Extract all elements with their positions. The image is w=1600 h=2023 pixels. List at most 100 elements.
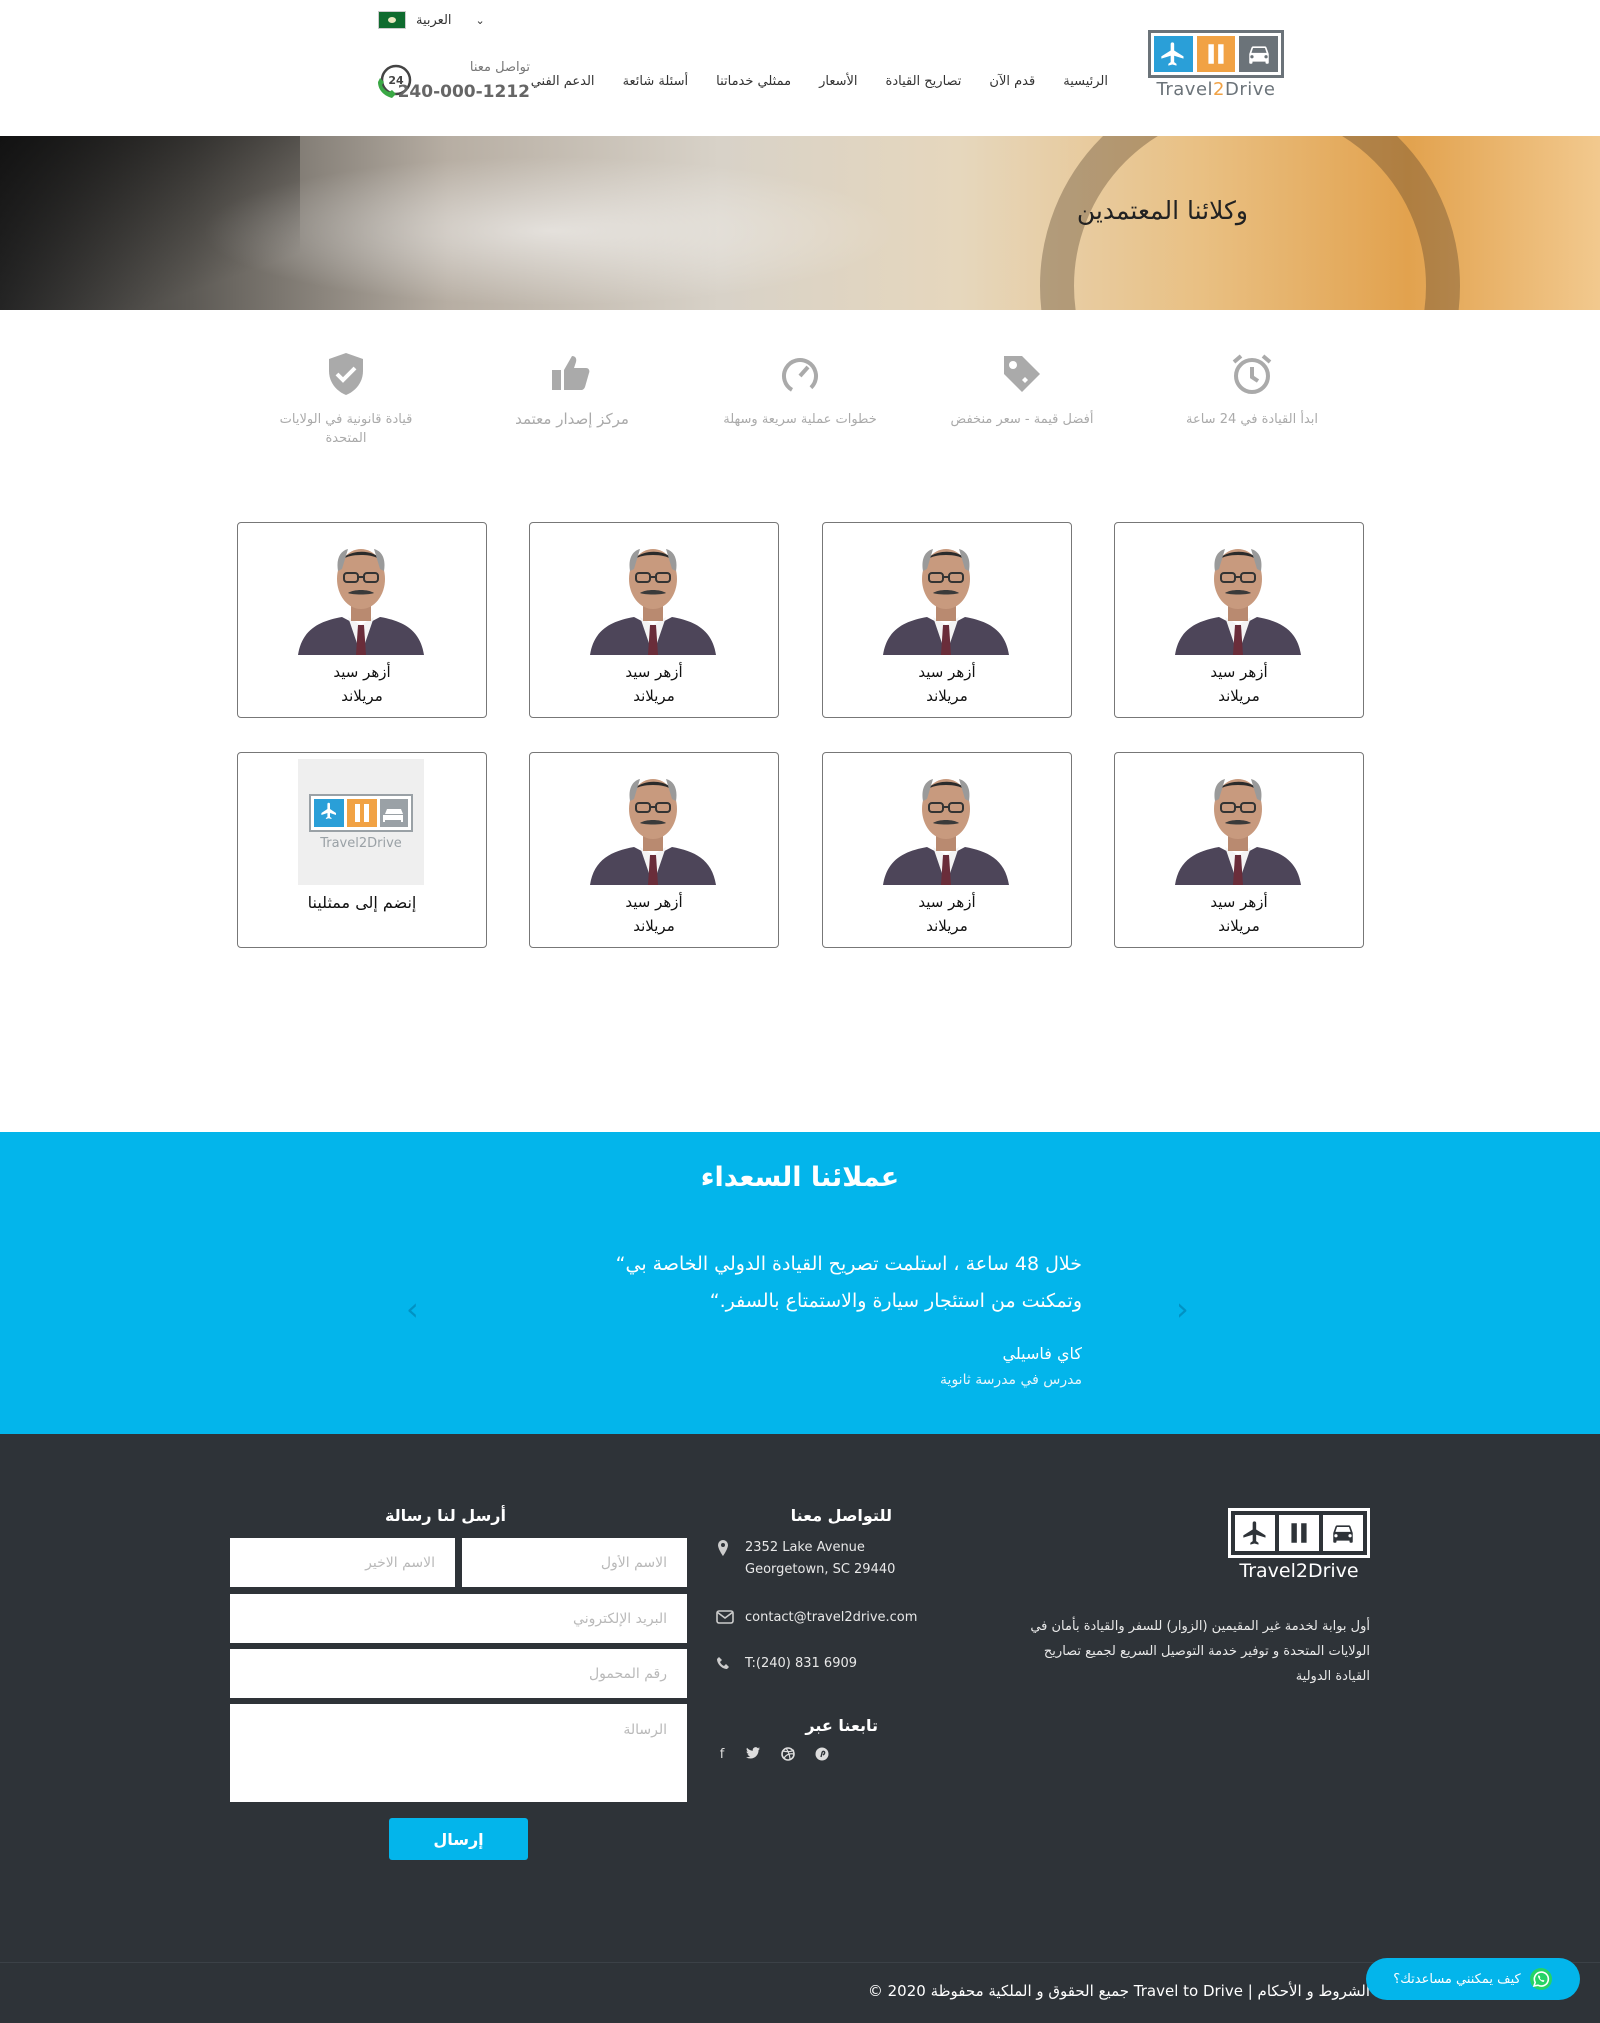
- agent-name: أزهر سيد: [1210, 663, 1268, 681]
- whatsapp-icon: [1529, 1968, 1552, 1990]
- first-name-input[interactable]: [462, 1538, 687, 1587]
- agent-name: أزهر سيد: [625, 663, 683, 681]
- agent-location: مريلاند: [1218, 917, 1260, 935]
- testimonials-section: عملائنا السعداء خلال 48 ساعة ، استلمت تص…: [0, 1132, 1600, 1434]
- airplane-icon: [1154, 36, 1193, 72]
- feature-text: أفضل قيمة - سعر منخفض: [950, 412, 1094, 427]
- footer-about: أول بوابة لخدمة غير المقيمين (الزوار) لل…: [1030, 1619, 1370, 1684]
- airplane-icon: [1235, 1515, 1275, 1551]
- alarm-clock-icon: [1232, 354, 1272, 394]
- contact-form-title: أرسل لنا رسالة: [384, 1506, 506, 1525]
- site-header: [0, 0, 1600, 136]
- agent-location: مريلاند: [633, 687, 675, 705]
- saudi-flag-icon: [378, 11, 406, 29]
- dribbble-icon[interactable]: [779, 1747, 797, 1765]
- contact-label: تواصل معنا: [469, 60, 530, 75]
- agent-name: أزهر سيد: [625, 893, 683, 911]
- language-selector[interactable]: العربية ⌄: [378, 10, 498, 30]
- footer-phone[interactable]: T:(240) 831 6909: [745, 1656, 857, 1671]
- price-tag-icon: [1004, 356, 1040, 392]
- agent-card[interactable]: أزهر سيد مريلاند: [822, 522, 1072, 718]
- whatsapp-chat-button[interactable]: كيف يمكنني مساعدتك؟: [1366, 1958, 1580, 2000]
- page-banner: وكلائنا المعتمدين: [0, 136, 1600, 310]
- feature-text: خطوات عملية سريعة وسهلة: [723, 412, 877, 427]
- footer-contact-title: للتواصل معنا: [790, 1506, 892, 1525]
- join-logo: Travel2Drive: [298, 759, 424, 885]
- agent-card[interactable]: أزهر سيد مريلاند: [529, 752, 779, 948]
- car-icon: [1323, 1515, 1363, 1551]
- chevron-down-icon: ⌄: [475, 13, 485, 27]
- agent-card[interactable]: أزهر سيد مريلاند: [1114, 752, 1364, 948]
- pinterest-icon[interactable]: [813, 1747, 831, 1765]
- header-contact[interactable]: 24 تواصل معنا 240-000-1212: [374, 58, 534, 108]
- agent-card[interactable]: أزهر سيد مريلاند: [529, 522, 779, 718]
- nav-representatives[interactable]: ممثلي خدماتنا: [716, 74, 791, 89]
- feature-text: ابدأ القيادة في 24 ساعة: [1185, 412, 1318, 427]
- footer-logo[interactable]: Travel2Drive: [1228, 1508, 1370, 1582]
- agent-card[interactable]: أزهر سيد مريلاند: [1114, 522, 1364, 718]
- nav-prices[interactable]: الأسعار: [819, 74, 857, 89]
- logo-wordmark: Travel2Drive: [1156, 79, 1276, 100]
- twitter-icon[interactable]: [744, 1747, 762, 1765]
- carousel-next-icon[interactable]: ›: [1176, 1290, 1189, 1328]
- mobile-input[interactable]: [230, 1649, 687, 1698]
- feature-price: أفضل قيمة - سعر منخفض: [942, 350, 1102, 429]
- svg-text:Travel2Drive: Travel2Drive: [319, 836, 402, 851]
- testimonials-title: عملائنا السعداء: [700, 1162, 900, 1193]
- agent-photo: [298, 529, 424, 655]
- header-phone[interactable]: 240-000-1212: [398, 82, 530, 102]
- email-input[interactable]: [230, 1594, 687, 1643]
- footer-logo-text: Travel2Drive: [1239, 1560, 1359, 1582]
- footer-divider: [0, 1962, 1600, 1963]
- agent-photo: [883, 529, 1009, 655]
- speedometer-icon: [782, 358, 818, 394]
- join-label: إنضم إلى ممثلينا: [307, 893, 417, 912]
- nav-home[interactable]: الرئيسية: [1063, 74, 1108, 89]
- agent-location: مريلاند: [341, 687, 383, 705]
- agent-location: مريلاند: [633, 917, 675, 935]
- copyright-text: الشروط و الأحكام | Travel to Drive جميع …: [867, 1982, 1370, 2000]
- whatsapp-label: كيف يمكنني مساعدتك؟: [1393, 1971, 1521, 1987]
- agent-location: مريلاند: [926, 687, 968, 705]
- send-button[interactable]: إرسال: [389, 1818, 528, 1860]
- agent-photo: [1175, 529, 1301, 655]
- nav-apply[interactable]: قدم الآن: [989, 74, 1035, 89]
- page-title: وكلائنا المعتمدين: [1076, 196, 1248, 225]
- nav-permits[interactable]: تصاريح القيادة: [886, 74, 962, 89]
- agent-photo: [590, 529, 716, 655]
- nav-faq[interactable]: أسئلة شائعة: [623, 74, 689, 89]
- agent-card[interactable]: أزهر سيد مريلاند: [237, 522, 487, 718]
- language-label: العربية: [416, 12, 452, 28]
- nav-support[interactable]: الدعم الفني: [531, 74, 595, 89]
- agent-name: أزهر سيد: [1210, 893, 1268, 911]
- follow-title: تابعنا عبر: [805, 1716, 878, 1735]
- join-card[interactable]: Travel2Drive إنضم إلى ممثلينا: [237, 752, 487, 948]
- footer-email[interactable]: contact@travel2drive.com: [745, 1610, 917, 1625]
- facebook-icon[interactable]: f: [713, 1747, 731, 1765]
- carousel-prev-icon[interactable]: ‹: [406, 1290, 419, 1328]
- footer-address-line2: Georgetown, SC 29440: [745, 1562, 896, 1577]
- map-pin-icon: [716, 1540, 730, 1560]
- feature-24h: ابدأ القيادة في 24 ساعة: [1172, 350, 1332, 429]
- footer-address-line1: 2352 Lake Avenue: [745, 1540, 865, 1555]
- shield-check-icon: [329, 353, 363, 395]
- main-nav: الرئيسية قدم الآن تصاريح القيادة الأسعار…: [531, 74, 1108, 89]
- feature-text: مركز إصدار معتمد: [515, 410, 629, 428]
- testimonial-role: مدرس في مدرسة ثانوية: [940, 1372, 1082, 1388]
- site-logo[interactable]: Travel2Drive: [1148, 30, 1284, 100]
- pause-icon: [1196, 36, 1236, 72]
- message-textarea[interactable]: [230, 1704, 687, 1802]
- agent-photo: [590, 759, 716, 885]
- feature-legal: قيادة قانونية في الولايات المتحدة: [266, 350, 426, 448]
- agent-name: أزهر سيد: [333, 663, 391, 681]
- agent-photo: [1175, 759, 1301, 885]
- last-name-input[interactable]: [230, 1538, 455, 1587]
- agent-card[interactable]: أزهر سيد مريلاند: [822, 752, 1072, 948]
- agent-photo: [883, 759, 1009, 885]
- thumbs-up-icon: [552, 356, 590, 390]
- agent-name: أزهر سيد: [918, 663, 976, 681]
- car-icon: [1239, 36, 1279, 72]
- phone-icon: [716, 1656, 730, 1674]
- agent-name: أزهر سيد: [918, 893, 976, 911]
- pause-icon: [1279, 1515, 1319, 1551]
